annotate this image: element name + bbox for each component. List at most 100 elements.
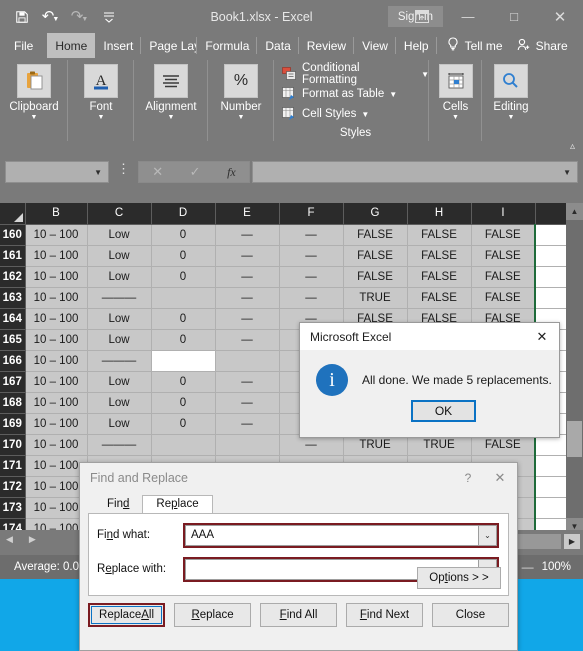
- ribbon-tab-page-layout[interactable]: Page Lay: [141, 33, 198, 58]
- grid-cell[interactable]: 0: [151, 245, 216, 267]
- chevron-down-icon[interactable]: ▼: [238, 114, 245, 121]
- zoom-out-icon[interactable]: —: [522, 560, 534, 574]
- grid-cell[interactable]: Low: [87, 371, 152, 393]
- grid-cell[interactable]: 10 – 100: [25, 224, 88, 246]
- grid-cell[interactable]: —: [215, 224, 280, 246]
- grid-cell[interactable]: [215, 350, 280, 372]
- grid-cell[interactable]: 10 – 100: [25, 287, 88, 309]
- scroll-right-icon[interactable]: ▶: [564, 534, 580, 549]
- grid-cell[interactable]: FALSE: [471, 224, 536, 246]
- insert-function-icon[interactable]: fx: [227, 165, 236, 180]
- grid-cell[interactable]: 0: [151, 266, 216, 288]
- formula-input[interactable]: ▼: [252, 161, 578, 183]
- ribbon-tab-insert[interactable]: Insert: [95, 33, 142, 58]
- row-header[interactable]: 160: [0, 224, 26, 246]
- collapse-ribbon-icon[interactable]: ▵: [570, 141, 575, 152]
- find-replace-button[interactable]: Find All: [260, 603, 338, 627]
- grid-cell[interactable]: 10 – 100: [25, 392, 88, 414]
- grid-cell[interactable]: [151, 434, 216, 456]
- ribbon-tab-home[interactable]: Home: [47, 33, 96, 58]
- previous-sheet-icon[interactable]: ◀: [6, 534, 13, 545]
- tab-find[interactable]: Find: [94, 496, 143, 513]
- tell-me-box[interactable]: Tell me: [437, 33, 503, 58]
- ribbon-group-editing[interactable]: Editing ▼: [482, 58, 540, 141]
- chevron-down-icon[interactable]: ▼: [508, 114, 515, 121]
- ribbon-tab-view[interactable]: View: [354, 33, 396, 58]
- redo-icon[interactable]: ↷ ▼: [66, 4, 93, 30]
- grid-cell[interactable]: 10 – 100: [25, 497, 88, 519]
- grid-cell[interactable]: 0: [151, 224, 216, 246]
- chevron-down-icon[interactable]: ▼: [563, 168, 571, 177]
- find-what-combo[interactable]: AAA ⌄: [183, 522, 499, 548]
- grid-cell[interactable]: TRUE: [343, 287, 408, 309]
- grid-cell[interactable]: FALSE: [471, 245, 536, 267]
- help-icon[interactable]: ?: [453, 471, 483, 485]
- conditional-formatting-button[interactable]: Conditional Formatting ▼: [282, 62, 429, 86]
- grid-cell[interactable]: FALSE: [343, 266, 408, 288]
- grid-cell[interactable]: [151, 350, 216, 372]
- ribbon-tab-file[interactable]: File: [0, 33, 47, 58]
- column-header-H[interactable]: H: [407, 203, 472, 225]
- grid-cell[interactable]: —: [279, 245, 344, 267]
- grid-cell[interactable]: FALSE: [407, 224, 472, 246]
- cancel-icon[interactable]: ✕: [152, 164, 163, 180]
- options-button[interactable]: Op t ions > >: [417, 567, 501, 589]
- grid-cell[interactable]: 0: [151, 371, 216, 393]
- grid-cell[interactable]: FALSE: [407, 287, 472, 309]
- chevron-down-icon[interactable]: ▼: [94, 168, 102, 177]
- ribbon-group-font[interactable]: A Font ▼: [68, 58, 134, 141]
- grid-cell[interactable]: 10 – 100: [25, 434, 88, 456]
- chevron-down-icon[interactable]: ▼: [168, 114, 175, 121]
- grid-cell[interactable]: 0: [151, 392, 216, 414]
- grid-cell[interactable]: 10 – 100: [25, 476, 88, 498]
- grid-cell[interactable]: 0: [151, 308, 216, 330]
- column-header-D[interactable]: D: [151, 203, 216, 225]
- chevron-down-icon[interactable]: ⌄: [478, 524, 497, 546]
- minimize-button[interactable]: —: [445, 0, 491, 33]
- column-header-F[interactable]: F: [279, 203, 344, 225]
- grid-cell[interactable]: 0: [151, 413, 216, 435]
- grid-cell[interactable]: —: [215, 287, 280, 309]
- grid-cell[interactable]: Low: [87, 224, 152, 246]
- column-header-I[interactable]: I: [471, 203, 536, 225]
- row-header[interactable]: 163: [0, 287, 26, 309]
- grid-cell[interactable]: 10 – 100: [25, 350, 88, 372]
- maximize-button[interactable]: □: [491, 0, 537, 33]
- next-sheet-icon[interactable]: ▶: [29, 534, 36, 545]
- scroll-up-icon[interactable]: ▲: [566, 203, 583, 220]
- grid-cell[interactable]: —: [279, 224, 344, 246]
- row-header[interactable]: 171: [0, 455, 26, 477]
- find-replace-close-button[interactable]: ✕: [483, 470, 517, 486]
- share-button[interactable]: Share: [503, 33, 568, 58]
- enter-icon[interactable]: ✓: [190, 164, 201, 180]
- grid-cell[interactable]: 10 – 100: [25, 266, 88, 288]
- find-replace-button[interactable]: Replace: [174, 603, 252, 627]
- grid-cell[interactable]: ———: [87, 287, 152, 309]
- grid-cell[interactable]: FALSE: [407, 245, 472, 267]
- grid-cell[interactable]: Low: [87, 392, 152, 414]
- row-header[interactable]: 168: [0, 392, 26, 414]
- customize-quick-access-toolbar-icon[interactable]: [95, 4, 122, 30]
- grid-cell[interactable]: —: [279, 287, 344, 309]
- row-header[interactable]: 169: [0, 413, 26, 435]
- grid-cell[interactable]: 10 – 100: [25, 308, 88, 330]
- grid-cell[interactable]: —: [215, 329, 280, 351]
- grid-cell[interactable]: FALSE: [471, 266, 536, 288]
- grid-cell[interactable]: 10 – 100: [25, 329, 88, 351]
- row-header[interactable]: 161: [0, 245, 26, 267]
- ribbon-tab-data[interactable]: Data: [257, 33, 300, 58]
- undo-icon[interactable]: ↶ ▼: [37, 4, 64, 30]
- grid-cell[interactable]: —: [215, 308, 280, 330]
- grid-cell[interactable]: —: [215, 392, 280, 414]
- find-replace-button[interactable]: Close: [432, 603, 509, 627]
- grid-cell[interactable]: 10 – 100: [25, 413, 88, 435]
- ribbon-group-number[interactable]: % Number ▼: [208, 58, 274, 141]
- grid-cell[interactable]: Low: [87, 329, 152, 351]
- grid-cell[interactable]: FALSE: [343, 224, 408, 246]
- column-header-G[interactable]: G: [343, 203, 408, 225]
- row-header[interactable]: 166: [0, 350, 26, 372]
- grid-cell[interactable]: [215, 434, 280, 456]
- format-as-table-button[interactable]: Format as Table ▼: [282, 84, 397, 104]
- ribbon-group-cells[interactable]: Cells ▼: [429, 58, 482, 141]
- column-header-C[interactable]: C: [87, 203, 152, 225]
